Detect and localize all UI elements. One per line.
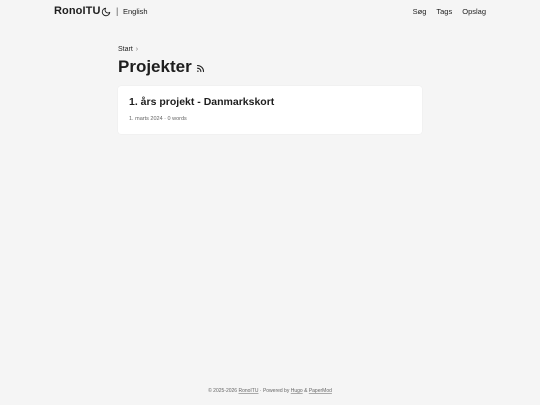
breadcrumb: Start ›: [118, 46, 138, 53]
menu-item-search[interactable]: Søg: [413, 7, 427, 16]
rss-icon[interactable]: [196, 64, 205, 73]
moon-icon[interactable]: [101, 7, 111, 17]
footer-site-link[interactable]: RonoITU: [238, 388, 258, 394]
footer-ampersand: &: [304, 388, 308, 394]
post-meta: 1. marts 2024 · 0 words: [129, 116, 187, 123]
footer-copyright: © 2025-2026: [208, 388, 238, 394]
breadcrumb-separator: ›: [135, 46, 139, 53]
site-footer: © 2025-2026 RonoITU · Powered by Hugo & …: [0, 388, 540, 395]
site-logo-link[interactable]: RonoITU: [54, 5, 101, 17]
footer-papermod-link[interactable]: PaperMod: [309, 388, 332, 394]
post-entry[interactable]: 1. års projekt - Danmarkskort 1. marts 2…: [118, 86, 422, 134]
menu-item-posts[interactable]: Opslag: [462, 7, 486, 16]
main-menu: Søg Tags Opslag: [413, 7, 486, 16]
breadcrumb-home-link[interactable]: Start: [118, 46, 133, 53]
language-switch-link[interactable]: English: [123, 7, 148, 16]
post-date: 1. marts 2024: [129, 116, 163, 122]
footer-separator: ·: [259, 388, 262, 394]
page-title: Projekter: [118, 57, 192, 76]
language-separator: |: [116, 6, 119, 16]
post-title[interactable]: 1. års projekt - Danmarkskort: [129, 96, 274, 109]
post-word-count: 0 words: [167, 116, 187, 122]
footer-hugo-link[interactable]: Hugo: [291, 388, 303, 394]
post-meta-separator: ·: [164, 116, 167, 122]
menu-item-tags[interactable]: Tags: [436, 7, 452, 16]
page: RonoITU | English Søg Tags Opslag Start ›…: [0, 0, 540, 405]
footer-powered-by: Powered by: [262, 388, 290, 394]
site-header: RonoITU | English Søg Tags Opslag: [0, 0, 540, 26]
